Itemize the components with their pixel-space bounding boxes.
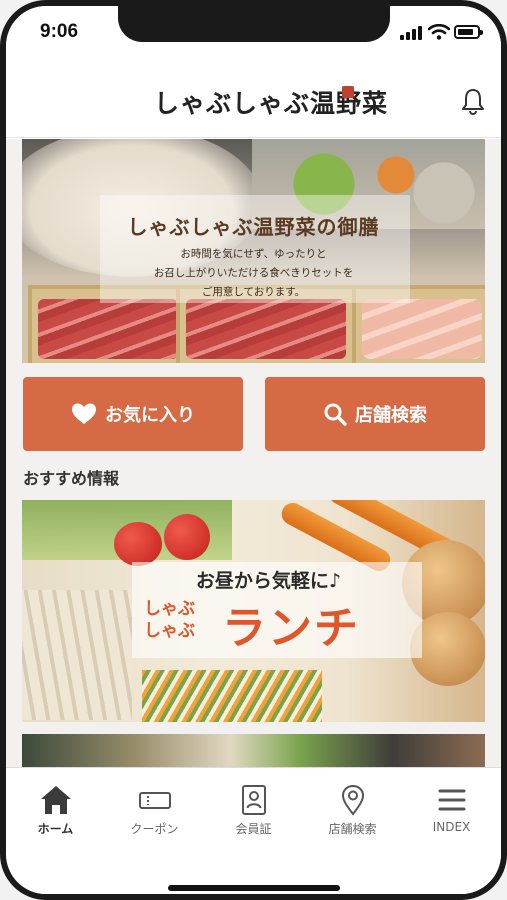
shredded-vegetables-image (142, 670, 322, 722)
store-search-button[interactable]: 店舗検索 (265, 377, 485, 451)
app-screen: 9:06 しゃぶしゃぶ温野菜 しゃぶしゃぶ温野菜の御膳 お時間を気にせず、ゆった… (6, 6, 501, 894)
banner-lunch-label: ランチ (222, 603, 360, 654)
logo-seal (342, 86, 354, 98)
banner-headline: お昼から気軽に♪ (195, 570, 342, 592)
tab-index-label: INDEX (432, 820, 471, 834)
recommend-banner-lunch[interactable]: お昼から気軽に♪ しゃぶ しゃぶ ランチ (22, 500, 485, 722)
status-time: 9:06 (40, 21, 79, 42)
tab-home[interactable]: ホーム (6, 784, 105, 837)
tomato-image (164, 514, 210, 560)
hero-banner-gozen[interactable]: しゃぶしゃぶ温野菜の御膳 お時間を気にせず、ゆったりと お召し上がりいただける食… (22, 139, 485, 363)
menu-icon (438, 789, 465, 811)
tab-store-search[interactable]: 店舗検索 (303, 784, 402, 837)
heart-icon (72, 403, 96, 424)
member-card-icon (241, 785, 266, 815)
tab-member-card-label: 会員証 (235, 822, 272, 836)
battery-icon (454, 25, 483, 39)
app-header: しゃぶしゃぶ温野菜 (6, 60, 501, 138)
tab-home-label: ホーム (37, 822, 74, 836)
bell-icon[interactable] (458, 86, 488, 116)
hero-subtitle: お時間を気にせず、ゆったりと お召し上がりいただける食べきりセットを ご用意して… (153, 248, 354, 298)
mushroom-image (22, 590, 132, 720)
tomato-image (114, 522, 162, 566)
next-banner-preview[interactable] (22, 734, 485, 767)
favorites-button-label: お気に入り (105, 405, 195, 426)
home-icon (40, 786, 71, 814)
store-search-button-label: 店舗検索 (355, 405, 427, 426)
home-indicator[interactable] (168, 885, 340, 891)
favorites-button[interactable]: お気に入り (23, 377, 243, 451)
notch (118, 6, 390, 42)
location-pin-icon (341, 784, 364, 816)
tab-coupon[interactable]: クーポン (105, 784, 204, 837)
tab-member-card[interactable]: 会員証 (204, 784, 303, 837)
bottom-tab-bar: ホーム クーポン 会員証 店舗検索 INDEX (6, 767, 501, 894)
search-icon (324, 403, 347, 426)
section-title-recommend: おすすめ情報 (23, 469, 120, 488)
tab-coupon-label: クーポン (130, 822, 179, 836)
home-content: しゃぶしゃぶ温野菜の御膳 お時間を気にせず、ゆったりと お召し上がりいただける食… (6, 139, 501, 767)
hero-title: しゃぶしゃぶ温野菜の御膳 (127, 215, 380, 239)
status-bar: 9:06 (6, 6, 501, 60)
cellular-signal-icon (400, 26, 422, 40)
tab-store-search-label: 店舗検索 (328, 822, 377, 836)
tab-index[interactable]: INDEX (402, 784, 501, 834)
banner-shabu-label: しゃぶ しゃぶ (144, 599, 195, 641)
wifi-icon (428, 24, 450, 40)
device-frame: 9:06 しゃぶしゃぶ温野菜 しゃぶしゃぶ温野菜の御膳 お時間を気にせず、ゆった… (0, 0, 507, 900)
coupon-icon (138, 792, 171, 809)
